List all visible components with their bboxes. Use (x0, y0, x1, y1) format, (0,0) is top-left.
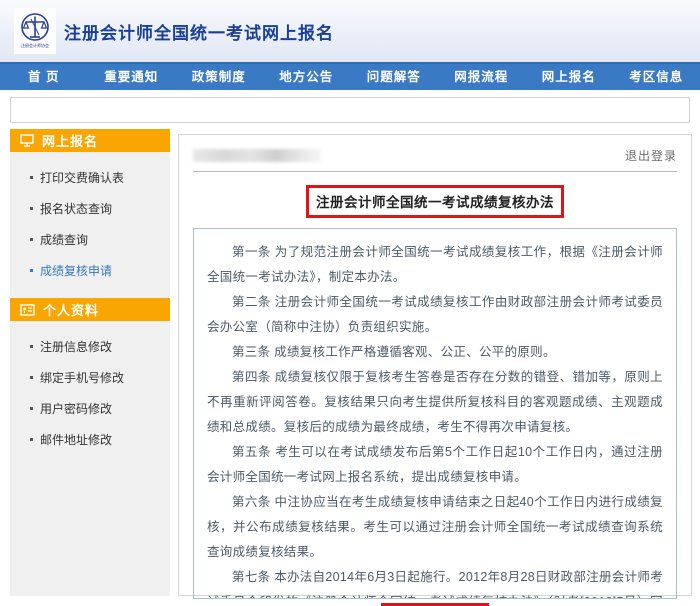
bullet-icon (30, 376, 33, 379)
nav-item-notices[interactable]: 重要通知 (88, 64, 176, 90)
cicpa-logo: ·注册会计师协会· (14, 8, 56, 54)
sidebar-item-registration-status[interactable]: 报名状态查询 (10, 193, 170, 224)
sidebar-section-personal-info: 个人资料 (10, 298, 170, 321)
doc-paragraph: 第四条 成绩复核仅限于复核考生答卷是否存在分数的错登、错加等，原则上不再重新评阅… (207, 365, 663, 440)
doc-paragraph: 第五条 考生可以在考试成绩发布后第5个工作日起10个工作日内，通过注册会计师全国… (207, 440, 663, 490)
doc-title-row: 注册会计师全国统一考试成绩复核办法 (193, 185, 677, 218)
red-annotation-box: 注册会计师全国统一考试成绩复核办法 (306, 185, 564, 218)
divider (193, 171, 677, 172)
sidebar-list-registration: 打印交费确认表 报名状态查询 成绩查询 成绩复核申请 (10, 152, 170, 298)
doc-paragraph: 第三条 成绩复核工作严格遵循客观、公正、公平的原则。 (207, 340, 663, 365)
sidebar-list-personal: 注册信息修改 绑定手机号修改 用户密码修改 邮件地址修改 (10, 321, 170, 467)
nav-item-local-announcements[interactable]: 地方公告 (263, 64, 351, 90)
cicpa-seal-icon: ·注册会计师协会· (17, 11, 53, 51)
sidebar-item-label: 成绩复核申请 (40, 262, 112, 279)
sidebar-item-label: 绑定手机号修改 (40, 369, 124, 386)
sidebar-item-print-payment-confirmation[interactable]: 打印交费确认表 (10, 162, 170, 193)
bullet-icon (30, 345, 33, 348)
svg-text:·注册会计师协会·: ·注册会计师协会· (20, 42, 51, 48)
sidebar-item-email-edit[interactable]: 邮件地址修改 (10, 424, 170, 455)
sidebar-item-label: 报名状态查询 (40, 200, 112, 217)
sidebar-section-title: 个人资料 (43, 300, 99, 319)
bullet-icon (30, 269, 33, 272)
nav-item-faq[interactable]: 问题解答 (350, 64, 438, 90)
logout-link[interactable]: 退出登录 (625, 147, 677, 164)
main-panel: 退出登录 注册会计师全国统一考试成绩复核办法 第一条 为了规范注册会计师全国统一… (178, 134, 692, 596)
redacted-username (193, 149, 321, 162)
nav-item-policies[interactable]: 政策制度 (175, 64, 263, 90)
doc-paragraph: 第七条 本办法自2014年6月3日起施行。2012年8月28日财政部注册会计师考… (207, 565, 663, 599)
sidebar-item-label: 注册信息修改 (40, 338, 112, 355)
bullet-icon (30, 207, 33, 210)
site-header: ·注册会计师协会· 注册会计师全国统一考试网上报名 (0, 0, 700, 62)
nav-item-exam-area-info[interactable]: 考区信息 (613, 64, 700, 90)
panel-top-bar: 退出登录 (193, 145, 677, 165)
notice-strip (10, 97, 690, 123)
sidebar-item-score-query[interactable]: 成绩查询 (10, 224, 170, 255)
sidebar-item-label: 成绩查询 (40, 231, 88, 248)
content-row: 网上报名 打印交费确认表 报名状态查询 成绩查询 成绩复核申请 (0, 123, 700, 596)
nav-item-registration-process[interactable]: 网报流程 (438, 64, 526, 90)
doc-paragraph: 第一条 为了规范注册会计师全国统一考试成绩复核工作，根据《注册会计师全国统一考试… (207, 240, 663, 290)
bullet-icon (30, 176, 33, 179)
document-title: 注册会计师全国统一考试成绩复核办法 (316, 195, 554, 210)
sidebar-item-label: 打印交费确认表 (40, 169, 124, 186)
sidebar-item-label: 邮件地址修改 (40, 431, 112, 448)
page-title: 注册会计师全国统一考试网上报名 (64, 19, 334, 44)
doc-paragraph: 第二条 注册会计师全国统一考试成绩复核工作由财政部注册会计师考试委员会办公室（简… (207, 290, 663, 340)
sidebar-item-score-review-application[interactable]: 成绩复核申请 (10, 255, 170, 286)
id-card-icon (20, 304, 35, 316)
bullet-icon (30, 407, 33, 410)
sidebar: 网上报名 打印交费确认表 报名状态查询 成绩查询 成绩复核申请 (10, 129, 170, 596)
sidebar-item-phone-number-edit[interactable]: 绑定手机号修改 (10, 362, 170, 393)
sidebar-section-title: 网上报名 (42, 131, 98, 150)
sidebar-section-online-registration: 网上报名 (10, 129, 170, 152)
sidebar-item-password-edit[interactable]: 用户密码修改 (10, 393, 170, 424)
bullet-icon (30, 238, 33, 241)
nav-item-home[interactable]: 首 页 (0, 64, 88, 90)
bullet-icon (30, 438, 33, 441)
sidebar-item-registration-info-edit[interactable]: 注册信息修改 (10, 331, 170, 362)
sidebar-item-label: 用户密码修改 (40, 400, 112, 417)
nav-item-online-registration[interactable]: 网上报名 (525, 64, 613, 90)
main-nav: 首 页 重要通知 政策制度 地方公告 问题解答 网报流程 网上报名 考区信息 (0, 62, 700, 90)
monitor-icon (20, 134, 34, 147)
doc-paragraph: 第六条 中注协应当在考生成绩复核申请结束之日起40个工作日内进行成绩复核，并公布… (207, 490, 663, 565)
document-body: 第一条 为了规范注册会计师全国统一考试成绩复核工作，根据《注册会计师全国统一考试… (193, 228, 677, 599)
